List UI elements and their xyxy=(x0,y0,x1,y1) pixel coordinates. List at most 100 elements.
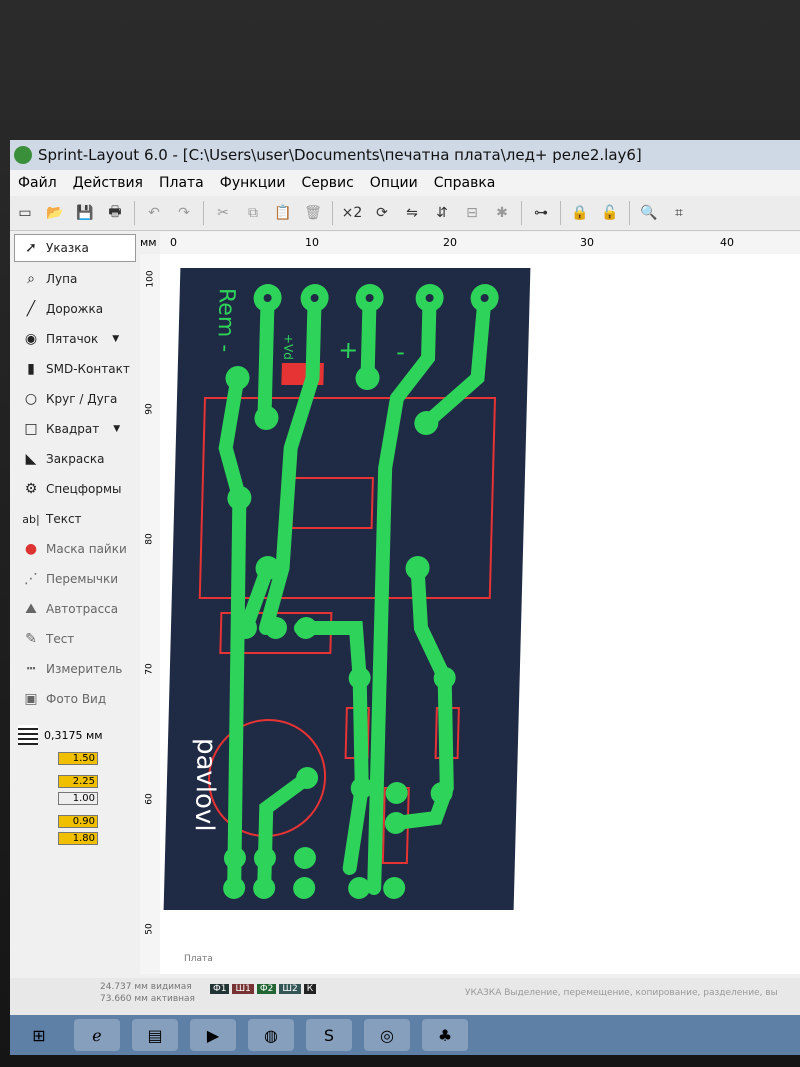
toolbar-separator xyxy=(134,201,135,225)
layer-s1[interactable]: Ш1 xyxy=(232,984,254,994)
tool-measure[interactable]: ┅ Измеритель xyxy=(10,654,140,684)
track-width-value[interactable]: 1.50 xyxy=(58,752,98,765)
tool-test[interactable]: ✎ Тест xyxy=(10,624,140,654)
tool-autoroute[interactable]: ⛰ Автотрасса xyxy=(10,594,140,624)
tool-jumpers[interactable]: ⋰ Перемычки xyxy=(10,564,140,594)
tool-magnifier[interactable]: ⌕ Лупа xyxy=(10,264,140,294)
explorer-icon[interactable]: ▤ xyxy=(132,1019,178,1051)
cut-icon[interactable]: ✂ xyxy=(212,202,234,224)
pad xyxy=(348,877,371,899)
window-title: Sprint-Layout 6.0 - [C:\Users\user\Docum… xyxy=(38,146,642,164)
ie-icon[interactable]: ℯ xyxy=(74,1019,120,1051)
tool-label: Спецформы xyxy=(46,482,122,496)
pad-icon: ◉ xyxy=(24,331,38,347)
smd-height-value[interactable]: 1.80 xyxy=(58,832,98,845)
zoom-icon[interactable]: 🔍 xyxy=(638,202,660,224)
ruler-horizontal: мм 0 10 20 30 40 xyxy=(140,232,800,255)
pad xyxy=(405,556,430,580)
pad-outer-value[interactable]: 2.25 xyxy=(58,775,98,788)
start-button[interactable]: ⊞ xyxy=(16,1019,62,1051)
menu-options[interactable]: Опции xyxy=(370,175,418,191)
save-icon[interactable]: 💾 xyxy=(74,202,96,224)
circle-icon: ○ xyxy=(24,391,38,407)
menu-functions[interactable]: Функции xyxy=(220,175,286,191)
pad xyxy=(225,366,250,390)
tool-fill[interactable]: ◣ Закраска xyxy=(10,444,140,474)
lock-icon[interactable]: 🔒 xyxy=(569,202,591,224)
pad-inner-field[interactable]: 1.00 xyxy=(58,790,140,807)
pad-inner-value[interactable]: 1.00 xyxy=(58,792,98,805)
tool-smd[interactable]: ▮ SMD-Контакт xyxy=(10,354,140,384)
layout-canvas[interactable]: Rem - + - +Vd pavlovl Плата xyxy=(160,254,800,974)
track-icon: ╱ xyxy=(26,301,36,317)
copy-icon[interactable]: ⧉ xyxy=(242,202,264,224)
tool-photo-view[interactable]: ▣ Фото Вид xyxy=(10,684,140,714)
open-folder-icon[interactable]: 📂 xyxy=(44,202,66,224)
sprint-layout-icon[interactable]: ♣ xyxy=(422,1019,468,1051)
grid-setting[interactable]: 0,3175 мм xyxy=(10,720,140,750)
smd-width-field[interactable]: 0.90 xyxy=(58,813,140,830)
smd-width-value[interactable]: 0.90 xyxy=(58,815,98,828)
mirror-v-icon[interactable]: ⇵ xyxy=(431,202,453,224)
component-icon[interactable]: ✱ xyxy=(491,202,513,224)
tool-track[interactable]: ╱ Дорожка xyxy=(10,294,140,324)
media-icon[interactable]: ▶ xyxy=(190,1019,236,1051)
track-width-field[interactable]: 1.50 xyxy=(58,750,140,767)
chevron-down-icon[interactable]: ▼ xyxy=(113,424,120,434)
tool-label: Круг / Дуга xyxy=(46,392,118,406)
pad-outer-field[interactable]: 2.25 xyxy=(58,773,140,790)
tool-circle[interactable]: ○ Круг / Дуга xyxy=(10,384,140,414)
pad xyxy=(253,847,276,869)
tool-special-shapes[interactable]: ⚙ Спецформы xyxy=(10,474,140,504)
paste-icon[interactable]: 📋 xyxy=(272,202,294,224)
tool-pointer[interactable]: ➚ Указка xyxy=(14,234,136,262)
tool-square[interactable]: □ Квадрат ▼ xyxy=(10,414,140,444)
layer-k[interactable]: К xyxy=(303,984,317,994)
menu-service[interactable]: Сервис xyxy=(301,175,353,191)
menu-help[interactable]: Справка xyxy=(434,175,496,191)
delete-icon[interactable]: 🗑 xyxy=(302,202,324,224)
connections-icon[interactable]: ⊶ xyxy=(530,202,552,224)
print-icon[interactable]: 🖶 xyxy=(104,202,126,224)
tool-solder-mask[interactable]: ● Маска пайки xyxy=(10,534,140,564)
layer-buttons: Ф1 Ш1 Ф2 Ш2 К xyxy=(210,984,317,994)
unlock-icon[interactable]: 🔓 xyxy=(599,202,621,224)
menu-actions[interactable]: Действия xyxy=(73,175,143,191)
pad xyxy=(296,767,319,789)
fill-icon: ◣ xyxy=(25,451,37,467)
chrome-icon[interactable]: ◎ xyxy=(364,1019,410,1051)
align-icon[interactable]: ⊟ xyxy=(461,202,483,224)
skype-icon[interactable]: S xyxy=(306,1019,352,1051)
ruler-tick-20: 20 xyxy=(443,236,457,249)
tool-pad[interactable]: ◉ Пятачок ▼ xyxy=(10,324,140,354)
tool-text[interactable]: ab| Текст xyxy=(10,504,140,534)
tool-label: Дорожка xyxy=(46,302,104,316)
zoom-fit-icon[interactable]: ⌗ xyxy=(668,202,690,224)
layer-tab[interactable]: Плата xyxy=(184,954,213,964)
grid-icon xyxy=(18,725,38,745)
menu-file[interactable]: Файл xyxy=(18,175,57,191)
tool-label: Автотрасса xyxy=(46,602,119,616)
undo-icon[interactable]: ↶ xyxy=(143,202,165,224)
pad xyxy=(293,877,316,899)
app-window: Sprint-Layout 6.0 - [C:\Users\user\Docum… xyxy=(10,140,800,1055)
pcb-board[interactable]: Rem - + - +Vd pavlovl xyxy=(163,268,531,910)
layer-f2[interactable]: Ф2 xyxy=(256,984,277,994)
layer-f1[interactable]: Ф1 xyxy=(210,984,230,994)
mirror-h-icon[interactable]: ⇋ xyxy=(401,202,423,224)
tool-label: Текст xyxy=(46,512,82,526)
taskbar: ⊞ ℯ ▤ ▶ ◍ S ◎ ♣ xyxy=(10,1015,800,1055)
menu-board[interactable]: Плата xyxy=(159,175,204,191)
rotate-icon[interactable]: ⟳ xyxy=(371,202,393,224)
smd-height-field[interactable]: 1.80 xyxy=(58,830,140,847)
new-file-icon[interactable]: ▭ xyxy=(14,202,36,224)
pad xyxy=(383,877,406,899)
duplicate-x2-icon[interactable]: ×2 xyxy=(341,202,363,224)
redo-icon[interactable]: ↷ xyxy=(173,202,195,224)
tool-label: Перемычки xyxy=(46,572,119,586)
chevron-down-icon[interactable]: ▼ xyxy=(112,334,119,344)
firefox-icon[interactable]: ◍ xyxy=(248,1019,294,1051)
silk-text-vd: +Vd xyxy=(281,334,296,360)
toolbar-separator xyxy=(560,201,561,225)
layer-s2[interactable]: Ш2 xyxy=(279,984,301,994)
